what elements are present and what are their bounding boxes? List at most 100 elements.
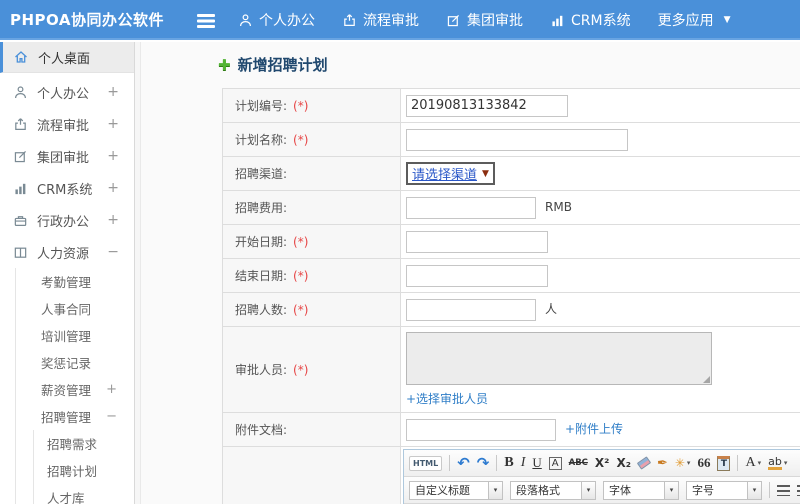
- required-mark: (*): [293, 235, 309, 249]
- eraser-icon[interactable]: [636, 456, 652, 470]
- headcount-input[interactable]: [406, 298, 536, 321]
- font-family-select[interactable]: 字体 ▾: [603, 480, 679, 500]
- sidebar: 个人桌面 个人办公 + 流程审批 + 集团审批 + CRM系统 + 行政办公 +…: [0, 42, 134, 504]
- collapse-icon[interactable]: −: [106, 409, 117, 424]
- form-row-plan-no: 计划编号: (*): [222, 88, 800, 123]
- headcount-unit: 人: [545, 302, 558, 316]
- required-mark: (*): [293, 269, 309, 283]
- sidebar-splitter[interactable]: [134, 42, 141, 504]
- field-label: 计划编号:: [235, 99, 288, 113]
- sidebar-item-hr-contract[interactable]: 人事合同: [16, 295, 134, 322]
- attachment-upload-link[interactable]: +附件上传: [565, 422, 623, 436]
- expand-icon[interactable]: +: [107, 84, 119, 100]
- align-left-icon[interactable]: [777, 484, 790, 496]
- highlight-color-button[interactable]: ab ▾: [768, 456, 787, 470]
- nav-crm-system[interactable]: CRM系统: [550, 10, 631, 30]
- sidebar-item-recruit-plan[interactable]: 招聘计划: [34, 457, 134, 484]
- sidebar-item-hr[interactable]: 人力资源 −: [0, 236, 134, 268]
- paragraph-format-select[interactable]: 段落格式 ▾: [510, 480, 596, 500]
- sidebar-item-recruitment[interactable]: 招聘管理 −: [16, 403, 134, 430]
- sidebar-item-crm[interactable]: CRM系统 +: [0, 172, 134, 204]
- undo-icon[interactable]: ↶: [457, 454, 470, 472]
- sidebar-item-training[interactable]: 培训管理: [16, 322, 134, 349]
- field-label: 结束日期:: [235, 269, 288, 283]
- bold-button[interactable]: B: [504, 455, 513, 471]
- font-size-select[interactable]: 字号 ▾: [686, 480, 762, 500]
- field-label: 开始日期:: [235, 235, 288, 249]
- sidebar-item-talent-pool[interactable]: 人才库: [34, 484, 134, 504]
- sidebar-item-personal-office[interactable]: 个人办公 +: [0, 76, 134, 108]
- custom-title-select[interactable]: 自定义标题 ▾: [409, 480, 503, 500]
- expand-icon[interactable]: +: [107, 148, 119, 164]
- plan-no-input[interactable]: [406, 94, 568, 117]
- strikethrough-button[interactable]: ABC: [569, 458, 588, 468]
- format-paint-icon[interactable]: ✳ ▾: [675, 456, 691, 470]
- required-mark: (*): [293, 303, 309, 317]
- channel-select[interactable]: 请选择渠道 ▼: [406, 162, 495, 185]
- app-logo: PHPOA协同办公软件: [10, 11, 164, 29]
- form-row-fee: 招聘费用: RMB: [222, 190, 800, 225]
- expand-icon[interactable]: +: [107, 180, 119, 196]
- font-border-button[interactable]: A: [548, 456, 562, 470]
- field-label: 审批人员:: [235, 363, 288, 377]
- blockquote-button[interactable]: 66: [697, 455, 710, 471]
- font-color-button[interactable]: A ▾: [745, 455, 761, 471]
- edit-icon: [13, 149, 28, 164]
- html-source-button[interactable]: HTML: [409, 455, 443, 471]
- subscript-button[interactable]: X₂: [616, 456, 631, 470]
- plus-icon: ✚: [218, 55, 231, 74]
- approver-textarea[interactable]: [406, 332, 712, 385]
- superscript-button[interactable]: X²: [595, 456, 610, 470]
- end-date-input[interactable]: [406, 264, 548, 287]
- sidebar-item-admin-office[interactable]: 行政办公 +: [0, 204, 134, 236]
- attachment-input[interactable]: [406, 418, 556, 441]
- underline-button[interactable]: U: [532, 455, 541, 471]
- italic-button[interactable]: I: [521, 455, 526, 471]
- bar-chart-icon: [13, 181, 28, 196]
- sidebar-item-desktop[interactable]: 个人桌面: [0, 42, 134, 73]
- collapse-icon[interactable]: −: [107, 244, 119, 260]
- expand-icon[interactable]: +: [106, 382, 117, 397]
- editor-toolbar-row2: 自定义标题 ▾ 段落格式 ▾ 字体 ▾ 字号 ▾: [404, 477, 800, 504]
- paste-text-icon[interactable]: T: [717, 455, 731, 471]
- flow-icon: [13, 117, 28, 132]
- field-label: 附件文档:: [235, 423, 288, 437]
- expand-icon[interactable]: +: [107, 116, 119, 132]
- start-date-input[interactable]: [406, 230, 548, 253]
- nav-more-apps[interactable]: 更多应用 ▼: [658, 10, 731, 30]
- home-icon: [13, 49, 29, 65]
- sidebar-item-attendance[interactable]: 考勤管理: [16, 268, 134, 295]
- brush-icon[interactable]: ✒: [657, 456, 668, 471]
- main-content: ✚ 新增招聘计划 计划编号: (*) 计划名称: (*) 招聘渠道: 请选择渠道 ▼…: [141, 42, 800, 504]
- user-icon: [13, 85, 28, 100]
- nav-group-approval[interactable]: 集团审批: [446, 10, 523, 30]
- fee-input[interactable]: [406, 196, 536, 219]
- recruit-plan-form: 计划编号: (*) 计划名称: (*) 招聘渠道: 请选择渠道 ▼ 招聘费用: RM…: [222, 88, 800, 504]
- expand-icon[interactable]: +: [107, 212, 119, 228]
- field-label: 招聘渠道:: [235, 167, 288, 181]
- hamburger-menu-icon[interactable]: [197, 14, 215, 17]
- select-approver-link[interactable]: +选择审批人员: [406, 390, 800, 407]
- sidebar-item-rewards[interactable]: 奖惩记录: [16, 349, 134, 376]
- redo-icon[interactable]: ↷: [477, 454, 490, 472]
- editor-toolbar-row1: HTML ↶ ↷ B I U A ABC X² X₂ ✒ ✳ ▾ 66 T A …: [404, 450, 800, 477]
- sidebar-item-salary[interactable]: 薪资管理 +: [16, 376, 134, 403]
- caret-down-icon: ▾: [686, 459, 691, 467]
- fee-unit: RMB: [545, 200, 572, 214]
- nav-personal-office[interactable]: 个人办公: [238, 10, 315, 30]
- form-row-plan-name: 计划名称: (*): [222, 122, 800, 157]
- caret-down-icon: ▾: [783, 459, 788, 467]
- top-bar: PHPOA协同办公软件 个人办公 流程审批 集团审批 CRM系统 更多应用 ▼: [0, 0, 800, 40]
- book-icon: [13, 245, 28, 260]
- required-mark: (*): [293, 133, 309, 147]
- sidebar-item-recruit-demand[interactable]: 招聘需求: [34, 430, 134, 457]
- plan-name-input[interactable]: [406, 128, 628, 151]
- sidebar-item-group-approval[interactable]: 集团审批 +: [0, 140, 134, 172]
- field-label: 招聘费用:: [235, 201, 288, 215]
- resize-handle-icon[interactable]: [703, 376, 710, 383]
- field-label: 招聘人数:: [235, 303, 288, 317]
- briefcase-icon: [13, 213, 28, 228]
- nav-workflow-approval[interactable]: 流程审批: [342, 10, 419, 30]
- sidebar-item-workflow-approval[interactable]: 流程审批 +: [0, 108, 134, 140]
- rich-text-editor: HTML ↶ ↷ B I U A ABC X² X₂ ✒ ✳ ▾ 66 T A …: [403, 449, 800, 504]
